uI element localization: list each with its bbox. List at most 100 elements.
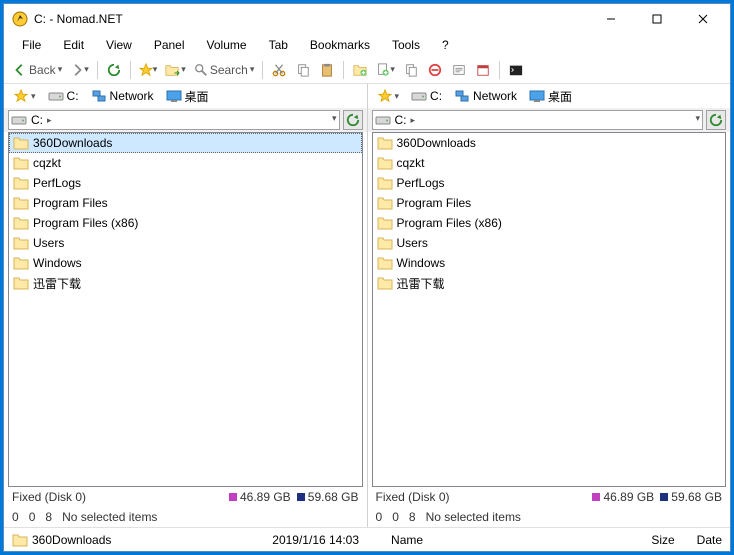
- calendar-button[interactable]: [472, 59, 494, 81]
- drive-icon: [48, 90, 64, 102]
- menu-bookmarks[interactable]: Bookmarks: [300, 36, 380, 54]
- selected-date: 2019/1/16 14:03: [272, 533, 359, 547]
- drive-icon: [375, 114, 391, 126]
- properties-button[interactable]: [448, 59, 470, 81]
- right-desktop[interactable]: 桌面: [525, 87, 576, 106]
- close-button[interactable]: [680, 4, 726, 34]
- paste-button[interactable]: [316, 59, 338, 81]
- menu-help[interactable]: ?: [432, 36, 459, 54]
- star-icon: [14, 89, 28, 103]
- list-item[interactable]: Program Files: [9, 193, 362, 213]
- item-label: 迅雷下载: [397, 275, 445, 292]
- cut-button[interactable]: [268, 59, 290, 81]
- new-file-button[interactable]: ▾: [373, 59, 398, 81]
- cut-icon: [272, 63, 286, 77]
- copy-button[interactable]: [292, 59, 314, 81]
- search-button[interactable]: Search▾: [191, 59, 258, 81]
- selected-name: 360Downloads: [32, 533, 111, 547]
- menu-tools[interactable]: Tools: [382, 36, 430, 54]
- left-drive-c[interactable]: C:: [44, 88, 83, 104]
- left-star-button[interactable]: ▾: [10, 88, 40, 104]
- bottom-status-bar: 360Downloads 2019/1/16 14:03 Name Size D…: [4, 527, 730, 551]
- list-item[interactable]: cqzkt: [9, 153, 362, 173]
- new-folder-button[interactable]: [349, 59, 371, 81]
- list-item[interactable]: Windows: [373, 253, 726, 273]
- new-folder-icon: [353, 63, 367, 77]
- right-statusbar: Fixed (Disk 0) 46.89 GB 59.68 GB: [368, 487, 731, 507]
- right-network[interactable]: Network: [450, 88, 521, 104]
- list-item[interactable]: Users: [9, 233, 362, 253]
- delete-button[interactable]: [424, 59, 446, 81]
- left-file-list[interactable]: 360Downloads cqzkt PerfLogsProgram FilesPr…: [8, 132, 363, 487]
- favorites-button[interactable]: ▾: [136, 59, 161, 81]
- item-label: Program Files: [397, 196, 472, 210]
- item-label: 360Downloads: [33, 136, 112, 150]
- list-item[interactable]: 360Downloads: [9, 133, 362, 153]
- right-selection-bar: 0 0 8 No selected items: [368, 507, 731, 527]
- path-dropdown-icon[interactable]: ▾: [695, 113, 700, 124]
- list-item[interactable]: 迅雷下载: [373, 273, 726, 293]
- menubar: File Edit View Panel Volume Tab Bookmark…: [4, 34, 730, 56]
- menu-view[interactable]: View: [96, 36, 142, 54]
- item-label: 迅雷下载: [33, 275, 81, 292]
- right-pathbar: C: ▸ ▾: [368, 108, 731, 132]
- list-item[interactable]: Users: [373, 233, 726, 253]
- left-statusbar: Fixed (Disk 0) 46.89 GB 59.68 GB: [4, 487, 367, 507]
- menu-edit[interactable]: Edit: [53, 36, 94, 54]
- item-label: 360Downloads: [397, 136, 476, 150]
- copy-to-button[interactable]: [400, 59, 422, 81]
- path-dropdown-icon[interactable]: ▾: [332, 113, 337, 124]
- right-star-button[interactable]: ▾: [374, 88, 404, 104]
- maximize-button[interactable]: [634, 4, 680, 34]
- calendar-icon: [476, 63, 490, 77]
- left-path-input[interactable]: C: ▸ ▾: [8, 110, 340, 130]
- dual-pane: ▾ C: Network 桌面 C: ▸ ▾ 360Downloads cqzkt…: [4, 84, 730, 527]
- list-item[interactable]: Program Files (x86): [373, 213, 726, 233]
- stop-icon: [428, 63, 442, 77]
- goto-button[interactable]: ▾: [162, 59, 189, 81]
- folder-icon: [12, 533, 28, 547]
- drive-icon: [411, 90, 427, 102]
- list-item[interactable]: cqzkt: [373, 153, 726, 173]
- list-item[interactable]: 迅雷下载: [9, 273, 362, 293]
- menu-volume[interactable]: Volume: [197, 36, 257, 54]
- list-item[interactable]: PerfLogs: [373, 173, 726, 193]
- folder-icon: [13, 156, 29, 170]
- left-refresh-button[interactable]: [343, 110, 363, 130]
- left-network[interactable]: Network: [87, 88, 158, 104]
- titlebar[interactable]: C: - Nomad.NET: [4, 4, 730, 34]
- right-drive-c[interactable]: C:: [407, 88, 446, 104]
- right-file-list[interactable]: 360Downloads cqzkt PerfLogs Program Files Pr…: [372, 132, 727, 487]
- item-label: cqzkt: [33, 156, 61, 170]
- right-path-input[interactable]: C: ▸ ▾: [372, 110, 704, 130]
- folder-icon: [377, 216, 393, 230]
- menu-tab[interactable]: Tab: [259, 36, 298, 54]
- terminal-button[interactable]: [505, 59, 527, 81]
- forward-button[interactable]: ▾: [67, 59, 92, 81]
- terminal-icon: [509, 63, 523, 77]
- left-desktop[interactable]: 桌面: [162, 87, 213, 106]
- folder-icon: [377, 256, 393, 270]
- right-pane: ▾ C: Network 桌面 C: ▸ ▾ 360Downloads cqzkt…: [368, 84, 731, 527]
- minimize-button[interactable]: [588, 4, 634, 34]
- list-item[interactable]: 360Downloads: [373, 133, 726, 153]
- right-refresh-button[interactable]: [706, 110, 726, 130]
- list-item[interactable]: PerfLogs: [9, 173, 362, 193]
- folder-icon: [13, 196, 29, 210]
- menu-panel[interactable]: Panel: [144, 36, 195, 54]
- refresh-button[interactable]: [103, 59, 125, 81]
- arrow-right-icon: [70, 63, 84, 77]
- item-label: Windows: [33, 256, 82, 270]
- back-button[interactable]: Back▾: [10, 59, 65, 81]
- app-window: C: - Nomad.NET File Edit View Panel Volu…: [3, 3, 731, 552]
- properties-icon: [452, 63, 466, 77]
- list-item[interactable]: Windows: [9, 253, 362, 273]
- list-item[interactable]: Program Files (x86): [9, 213, 362, 233]
- item-label: PerfLogs: [397, 176, 445, 190]
- left-pathbar: C: ▸ ▾: [4, 108, 367, 132]
- menu-file[interactable]: File: [12, 36, 51, 54]
- column-name: Name: [391, 533, 645, 547]
- list-item[interactable]: Program Files: [373, 193, 726, 213]
- folder-icon: [13, 276, 29, 290]
- column-size: Size: [651, 533, 674, 547]
